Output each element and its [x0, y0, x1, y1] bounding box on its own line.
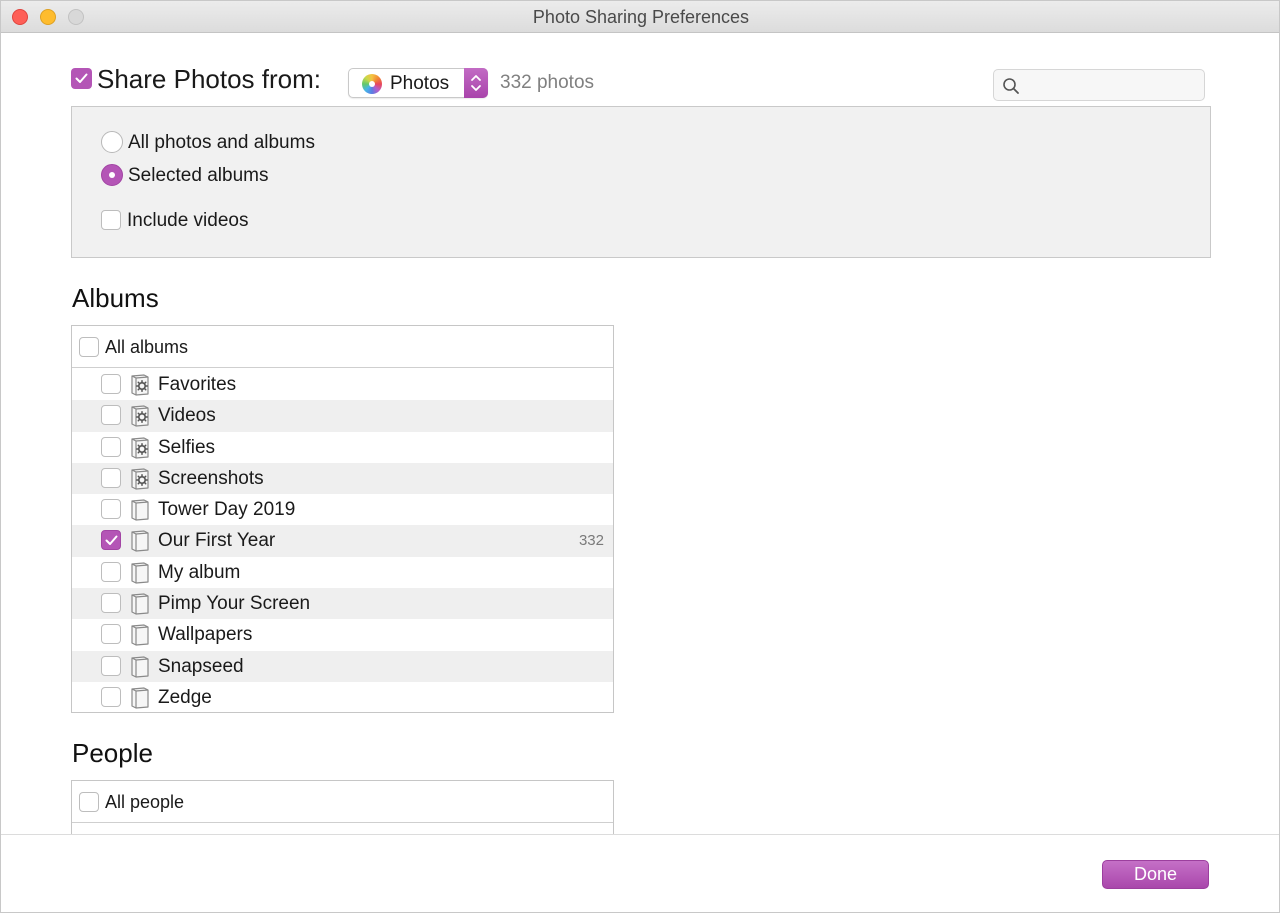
all-albums-row[interactable]: All albums — [72, 326, 613, 368]
include-videos-checkbox[interactable] — [101, 210, 121, 230]
share-options-panel: All photos and albums Selected albums In… — [71, 106, 1211, 258]
search-input[interactable] — [1028, 74, 1198, 96]
album-checkbox[interactable] — [101, 499, 121, 520]
album-label: Tower Day 2019 — [158, 499, 296, 521]
photo-count: 332 photos — [500, 72, 595, 93]
album-row[interactable]: My album — [72, 557, 613, 588]
album-row[interactable]: Our First Year 332 — [72, 525, 613, 558]
photo-sharing-window: Photo Sharing Preferences Share Photos f… — [0, 0, 1280, 913]
album-label: Screenshots — [158, 467, 264, 489]
album-checkbox[interactable] — [101, 624, 121, 645]
album-checkbox[interactable] — [101, 530, 121, 551]
album-label: Our First Year — [158, 530, 276, 552]
search-field[interactable] — [993, 69, 1205, 101]
all-people-checkbox[interactable] — [79, 792, 99, 812]
album-row[interactable]: Pimp Your Screen — [72, 588, 613, 621]
all-albums-checkbox[interactable] — [79, 337, 99, 357]
people-heading: People — [72, 738, 153, 768]
album-row[interactable]: Screenshots — [72, 462, 613, 496]
album-label: Zedge — [158, 686, 212, 708]
album-list: Favorites Videos Selfies Screenshots Tower D… — [72, 369, 613, 712]
album-icon — [127, 592, 151, 621]
all-photos-label: All photos and albums — [128, 132, 315, 153]
album-label: Favorites — [158, 374, 237, 395]
albums-heading: Albums — [72, 283, 159, 313]
album-row[interactable]: Selfies — [72, 432, 613, 463]
smart-album-icon — [127, 436, 151, 465]
album-row[interactable]: Zedge — [72, 682, 613, 712]
album-checkbox[interactable] — [101, 686, 121, 707]
selected-albums-radio[interactable] — [101, 164, 123, 186]
photos-app-icon — [362, 74, 382, 94]
checkmark-icon — [105, 535, 118, 546]
album-icon — [127, 561, 151, 590]
album-label: Pimp Your Screen — [158, 593, 311, 615]
photo-source-popup[interactable]: Photos — [348, 68, 488, 98]
album-checkbox[interactable] — [101, 655, 121, 676]
album-label: My album — [158, 561, 241, 583]
done-button[interactable]: Done — [1102, 860, 1209, 889]
album-checkbox[interactable] — [101, 561, 121, 582]
bottom-bar: Done — [1, 834, 1279, 912]
title-bar: Photo Sharing Preferences — [1, 1, 1279, 33]
all-photos-radio[interactable] — [101, 131, 123, 153]
album-row[interactable]: Videos — [72, 400, 613, 433]
all-people-label: All people — [105, 792, 185, 812]
all-people-row[interactable]: All people — [72, 781, 613, 823]
album-checkbox[interactable] — [101, 467, 121, 488]
album-icon — [127, 623, 151, 652]
include-videos-label: Include videos — [127, 210, 249, 231]
all-albums-label: All albums — [105, 337, 189, 357]
people-list-box: All people — [71, 780, 614, 840]
album-row[interactable]: Favorites — [72, 369, 613, 400]
album-row[interactable]: Tower Day 2019 — [72, 494, 613, 525]
checkmark-icon — [75, 73, 88, 83]
album-label: Wallpapers — [158, 624, 253, 646]
share-photos-label: Share Photos from: — [97, 64, 321, 94]
album-icon — [127, 529, 151, 558]
album-checkbox[interactable] — [101, 405, 121, 426]
album-checkbox[interactable] — [101, 374, 121, 394]
album-icon — [127, 686, 151, 712]
album-checkbox[interactable] — [101, 593, 121, 614]
album-label: Videos — [158, 405, 216, 427]
chevron-up-down-icon — [464, 68, 488, 98]
album-row[interactable]: Snapseed — [72, 650, 613, 684]
album-row[interactable]: Wallpapers — [72, 619, 613, 650]
album-label: Snapseed — [158, 655, 244, 677]
album-label: Selfies — [158, 436, 216, 458]
album-icon — [127, 655, 151, 684]
selected-albums-label: Selected albums — [128, 165, 269, 186]
window-title: Photo Sharing Preferences — [532, 7, 750, 27]
share-photos-checkbox[interactable] — [71, 68, 92, 89]
album-checkbox[interactable] — [101, 436, 121, 457]
smart-album-icon — [127, 404, 151, 433]
albums-list-box: All albums Favorites Videos Selfies Screens… — [71, 325, 614, 713]
search-icon — [1003, 78, 1019, 94]
smart-album-icon — [127, 373, 151, 402]
album-icon — [127, 498, 151, 527]
smart-album-icon — [127, 467, 151, 496]
album-photo-count: 332 — [578, 532, 604, 550]
photo-source-label: Photos — [390, 73, 450, 94]
